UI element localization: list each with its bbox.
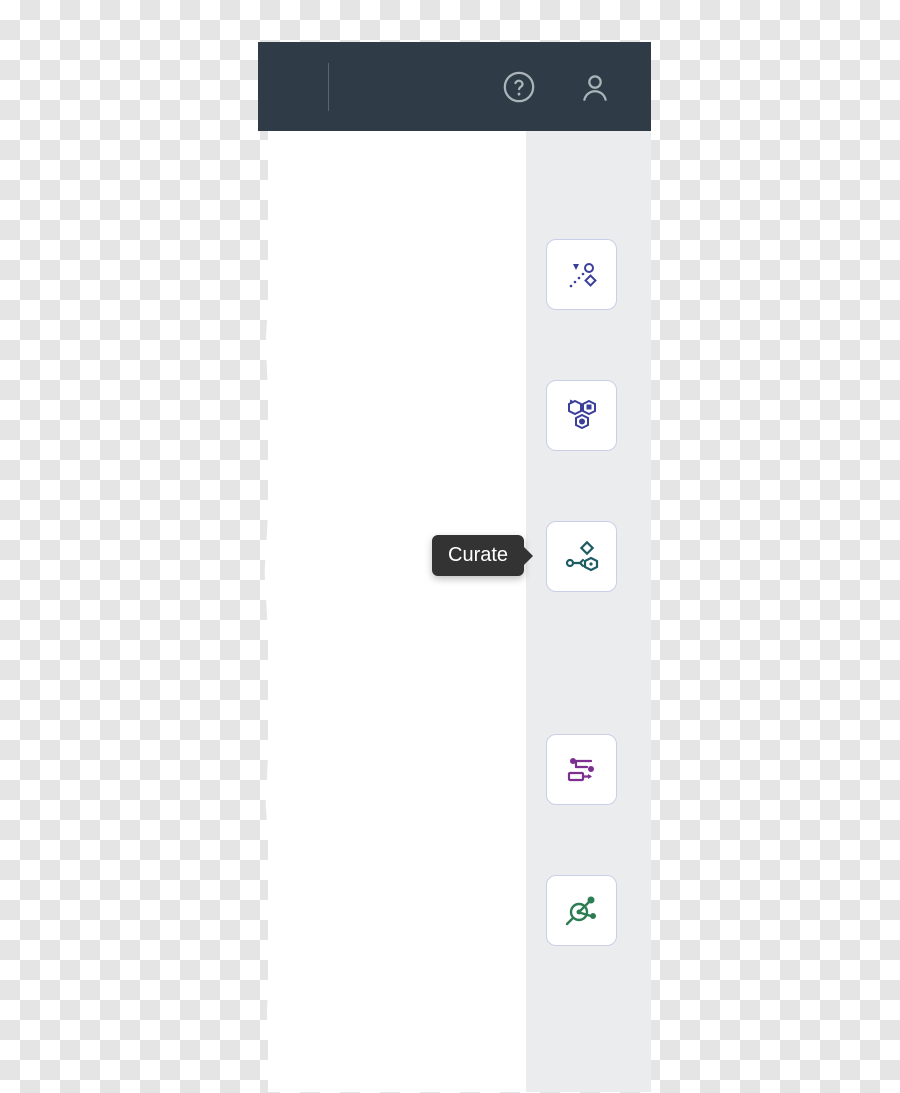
tooltip-curate: Curate (432, 535, 524, 576)
tile-explore[interactable] (546, 875, 617, 946)
app-fragment: Curate (258, 42, 651, 1092)
tile-curate[interactable] (546, 521, 617, 592)
tile-run[interactable] (546, 734, 617, 805)
tooltip-text: Curate (448, 544, 508, 566)
curate-icon (561, 536, 603, 578)
user-button[interactable] (575, 67, 615, 107)
model-icon (561, 395, 603, 437)
help-button[interactable] (499, 67, 539, 107)
explore-icon (561, 890, 603, 932)
header-divider (328, 63, 329, 111)
help-icon (502, 70, 536, 104)
tile-load[interactable] (546, 239, 617, 310)
run-icon (561, 749, 603, 791)
main-canvas (268, 131, 526, 1092)
top-header (258, 42, 651, 131)
tile-model[interactable] (546, 380, 617, 451)
load-icon (562, 255, 602, 295)
user-icon (578, 70, 612, 104)
